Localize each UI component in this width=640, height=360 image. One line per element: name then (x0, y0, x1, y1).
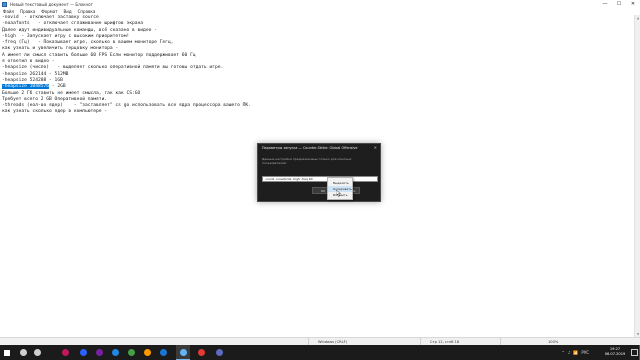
app-4-icon (111, 349, 119, 356)
system-tray: ⌃ ♪ 📶 РУС (560, 345, 591, 360)
line-text: -noaafonts - отключает сглаживание шрифт… (2, 21, 144, 27)
app-5-icon (127, 349, 135, 356)
steam-icon (159, 349, 167, 356)
taskbar-steam-button[interactable] (156, 345, 170, 360)
line-text: -threads (кол-во ядер) - "заставляет" cs… (2, 103, 251, 109)
mouse-cursor-icon (336, 190, 341, 197)
app-11-icon (215, 349, 223, 356)
maximize-button[interactable]: ☐ (612, 0, 626, 8)
taskbar-clock[interactable]: 19:27 06.07.2019 (602, 347, 628, 357)
network-icon[interactable]: 📶 (573, 350, 578, 355)
clock-date: 06.07.2019 (604, 352, 626, 356)
search-icon (19, 349, 27, 356)
line-text: Требует всего 2 GB Оперативной памяти. (2, 96, 108, 102)
dialog-close-icon[interactable]: ✕ (374, 145, 377, 150)
taskbar-app-4-button[interactable] (108, 345, 122, 360)
line-text: Далее идут индивидуальные команды, всё с… (2, 27, 157, 33)
vertical-scrollbar[interactable]: ▲ ▼ (634, 15, 640, 337)
taskbar-app-3-button[interactable] (92, 345, 106, 360)
line-text: -freq (Гц) - Показывает игре, сколько в … (2, 40, 174, 46)
text-line: как узнать сколько ядер в компьютере - (2, 109, 632, 115)
launch-options-input[interactable]: -novid -noaafonts -high -freq 60 (262, 176, 378, 182)
taskbar-notepad-button[interactable] (176, 345, 190, 360)
scroll-up-icon[interactable]: ▲ (635, 15, 640, 21)
app-3-icon (95, 349, 103, 356)
language-indicator[interactable]: РУС (581, 350, 589, 355)
taskbar-app-10-button[interactable] (194, 345, 208, 360)
line-text: как узнать и увеличить герцовку монитора… (2, 46, 119, 52)
menu-edit[interactable]: Правка (20, 9, 35, 14)
taskbar-app-6-button[interactable] (140, 345, 154, 360)
taskbar: ⌃ ♪ 📶 РУС 19:27 06.07.2019 (0, 345, 640, 360)
line-text: как узнать сколько ядер в компьютере - (2, 109, 108, 115)
notepad-icon (179, 348, 187, 356)
window-title: Новый текстовый документ — Блокнот (10, 1, 93, 7)
minimize-button[interactable]: — (598, 0, 612, 8)
line-text: Больше 2 Гб ставить не имеет смысла, так… (2, 90, 141, 96)
menu-file[interactable]: Файл (3, 9, 14, 14)
notepad-app-icon (2, 1, 7, 7)
taskbar-start-button[interactable] (0, 345, 14, 360)
taskbar-search-button[interactable] (16, 345, 30, 360)
app-2-icon (79, 349, 87, 356)
taskbar-app-1-button[interactable] (58, 345, 72, 360)
start-icon (4, 349, 10, 356)
app-1-icon (61, 349, 69, 356)
volume-icon[interactable]: ♪ (568, 350, 571, 355)
menu-view[interactable]: Вид (64, 9, 72, 14)
taskbar-task-view-button[interactable] (30, 345, 44, 360)
taskbar-app-11-button[interactable] (212, 345, 226, 360)
tray-expand-icon[interactable]: ⌃ (562, 350, 565, 355)
app-10-icon (197, 349, 205, 356)
menu-help[interactable]: Справка (78, 9, 96, 14)
window-controls: — ☐ ✕ (598, 0, 640, 8)
selected-text: -heapsize 1048576 (2, 84, 50, 90)
taskbar-app-5-button[interactable] (124, 345, 138, 360)
close-button[interactable]: ✕ (626, 0, 640, 8)
line-text: -high - Запускает игру с высоким приорит… (2, 33, 130, 39)
menu-format[interactable]: Формат (41, 9, 57, 14)
line-text: -heapsize 524288 - 1GB (2, 77, 63, 83)
line-text: А имеет ли смысл ставить больше 60 FPS Е… (2, 52, 196, 58)
line-text: - 2GB (49, 84, 66, 90)
dialog-title: Параметры запуска — Counter-Strike: Glob… (262, 146, 358, 150)
dialog-description: Данные настройки предназначены только дл… (262, 157, 352, 165)
line-text: -heapsize (число) - выделяет сколько опе… (2, 65, 224, 71)
notifications-icon[interactable] (631, 349, 638, 356)
title-bar: Новый текстовый документ — Блокнот — ☐ ✕ (0, 0, 640, 8)
app-6-icon (143, 349, 151, 356)
launch-options-dialog: Параметры запуска — Counter-Strike: Glob… (257, 143, 381, 202)
taskbar-app-2-button[interactable] (76, 345, 90, 360)
line-text: -novid - отключает заставку source (2, 15, 99, 20)
menu-bar: Файл Правка Формат Вид Справка (0, 8, 640, 15)
line-text: -heapsize 262144 - 512MB (2, 71, 69, 77)
line-text: я ответил в видео - (2, 59, 55, 65)
status-bar: Windows (CRLF) Стр 12, стлб 18 100% (0, 337, 640, 346)
task-view-icon (33, 349, 41, 356)
